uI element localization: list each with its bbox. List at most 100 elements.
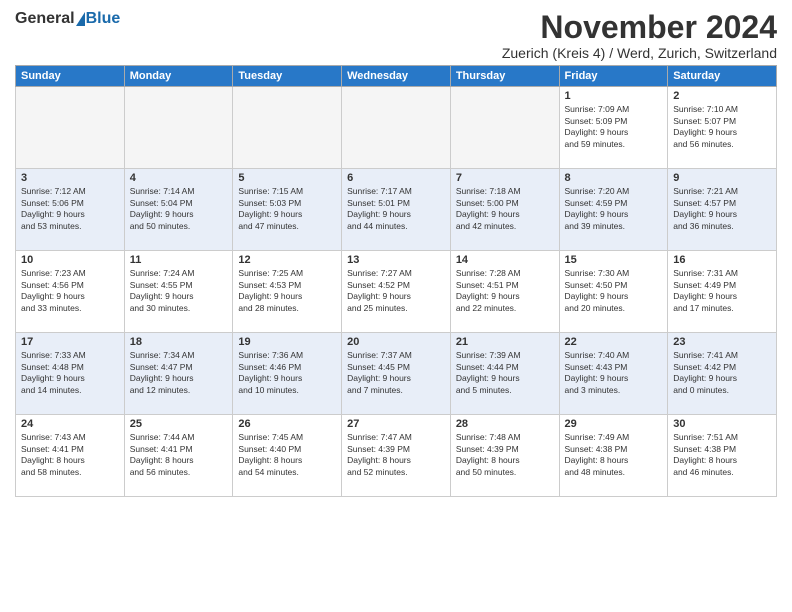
day-info: Sunrise: 7:24 AM Sunset: 4:55 PM Dayligh…	[130, 268, 228, 314]
table-cell	[233, 87, 342, 169]
day-number: 1	[565, 90, 663, 102]
day-info: Sunrise: 7:44 AM Sunset: 4:41 PM Dayligh…	[130, 432, 228, 478]
day-info: Sunrise: 7:28 AM Sunset: 4:51 PM Dayligh…	[456, 268, 554, 314]
day-number: 8	[565, 172, 663, 184]
day-info: Sunrise: 7:37 AM Sunset: 4:45 PM Dayligh…	[347, 350, 445, 396]
table-cell: 24Sunrise: 7:43 AM Sunset: 4:41 PM Dayli…	[16, 415, 125, 497]
table-cell: 9 Sunrise: 7:21 AM Sunset: 4:57 PM Daylig…	[668, 169, 777, 251]
table-cell: 13Sunrise: 7:27 AM Sunset: 4:52 PM Dayli…	[342, 251, 451, 333]
table-cell: 8 Sunrise: 7:20 AM Sunset: 4:59 PM Daylig…	[559, 169, 668, 251]
day-info: Sunrise: 7:12 AM Sunset: 5:06 PM Dayligh…	[21, 186, 119, 232]
header: General Blue November 2024 Zuerich (Krei…	[15, 10, 777, 61]
table-cell: 11 Sunrise: 7:24 AM Sunset: 4:55 PM Dayli…	[124, 251, 233, 333]
logo-text: General Blue	[15, 10, 120, 28]
day-info: Sunrise: 7:30 AM Sunset: 4:50 PM Dayligh…	[565, 268, 663, 314]
day-info: Sunrise: 7:47 AM Sunset: 4:39 PM Dayligh…	[347, 432, 445, 478]
day-number: 19	[238, 336, 336, 348]
table-cell: 21 Sunrise: 7:39 AM Sunset: 4:44 PM Dayli…	[450, 333, 559, 415]
table-cell: 5 Sunrise: 7:15 AM Sunset: 5:03 PM Daylig…	[233, 169, 342, 251]
day-info: Sunrise: 7:21 AM Sunset: 4:57 PM Dayligh…	[673, 186, 771, 232]
day-number: 2	[673, 90, 771, 102]
table-cell: 6 Sunrise: 7:17 AM Sunset: 5:01 PM Daylig…	[342, 169, 451, 251]
day-number: 21	[456, 336, 554, 348]
day-number: 15	[565, 254, 663, 266]
logo-general: General	[15, 10, 75, 28]
month-title: November 2024	[502, 10, 777, 45]
col-monday: Monday	[124, 66, 233, 87]
table-cell	[124, 87, 233, 169]
day-number: 14	[456, 254, 554, 266]
location: Zuerich (Kreis 4) / Werd, Zurich, Switze…	[502, 45, 777, 61]
table-cell: 23 Sunrise: 7:41 AM Sunset: 4:42 PM Dayli…	[668, 333, 777, 415]
table-cell: 19 Sunrise: 7:36 AM Sunset: 4:46 PM Dayli…	[233, 333, 342, 415]
day-info: Sunrise: 7:20 AM Sunset: 4:59 PM Dayligh…	[565, 186, 663, 232]
table-cell: 15 Sunrise: 7:30 AM Sunset: 4:50 PM Dayli…	[559, 251, 668, 333]
day-info: Sunrise: 7:36 AM Sunset: 4:46 PM Dayligh…	[238, 350, 336, 396]
table-cell: 12 Sunrise: 7:25 AM Sunset: 4:53 PM Dayli…	[233, 251, 342, 333]
title-section: November 2024 Zuerich (Kreis 4) / Werd, …	[502, 10, 777, 61]
day-info: Sunrise: 7:09 AM Sunset: 5:09 PM Dayligh…	[565, 104, 663, 150]
day-info: Sunrise: 7:39 AM Sunset: 4:44 PM Dayligh…	[456, 350, 554, 396]
day-number: 23	[673, 336, 771, 348]
day-info: Sunrise: 7:14 AM Sunset: 5:04 PM Dayligh…	[130, 186, 228, 232]
day-number: 17	[21, 336, 119, 348]
logo-blue: Blue	[86, 10, 121, 28]
day-number: 26	[238, 418, 336, 430]
table-cell: 20 Sunrise: 7:37 AM Sunset: 4:45 PM Dayli…	[342, 333, 451, 415]
day-info: Sunrise: 7:25 AM Sunset: 4:53 PM Dayligh…	[238, 268, 336, 314]
day-info: Sunrise: 7:31 AM Sunset: 4:49 PM Dayligh…	[673, 268, 771, 314]
day-number: 12	[238, 254, 336, 266]
col-saturday: Saturday	[668, 66, 777, 87]
table-cell: 18Sunrise: 7:34 AM Sunset: 4:47 PM Dayli…	[124, 333, 233, 415]
day-info: Sunrise: 7:27 AM Sunset: 4:52 PM Dayligh…	[347, 268, 445, 314]
day-info: Sunrise: 7:41 AM Sunset: 4:42 PM Dayligh…	[673, 350, 771, 396]
day-number: 22	[565, 336, 663, 348]
day-number: 9	[673, 172, 771, 184]
day-info: Sunrise: 7:45 AM Sunset: 4:40 PM Dayligh…	[238, 432, 336, 478]
table-cell: 27Sunrise: 7:47 AM Sunset: 4:39 PM Dayli…	[342, 415, 451, 497]
table-cell: 14 Sunrise: 7:28 AM Sunset: 4:51 PM Dayli…	[450, 251, 559, 333]
day-number: 29	[565, 418, 663, 430]
week-row-2: 3 Sunrise: 7:12 AM Sunset: 5:06 PM Daylig…	[16, 169, 777, 251]
day-number: 11	[130, 254, 228, 266]
day-number: 5	[238, 172, 336, 184]
table-cell: 1 Sunrise: 7:09 AM Sunset: 5:09 PM Daylig…	[559, 87, 668, 169]
week-row-1: 1 Sunrise: 7:09 AM Sunset: 5:09 PM Daylig…	[16, 87, 777, 169]
table-cell: 4Sunrise: 7:14 AM Sunset: 5:04 PM Daylig…	[124, 169, 233, 251]
day-number: 18	[130, 336, 228, 348]
logo: General Blue	[15, 10, 120, 28]
table-cell: 16 Sunrise: 7:31 AM Sunset: 4:49 PM Dayli…	[668, 251, 777, 333]
calendar: Sunday Monday Tuesday Wednesday Thursday…	[15, 65, 777, 497]
day-info: Sunrise: 7:23 AM Sunset: 4:56 PM Dayligh…	[21, 268, 119, 314]
day-info: Sunrise: 7:33 AM Sunset: 4:48 PM Dayligh…	[21, 350, 119, 396]
day-info: Sunrise: 7:15 AM Sunset: 5:03 PM Dayligh…	[238, 186, 336, 232]
table-cell: 3 Sunrise: 7:12 AM Sunset: 5:06 PM Daylig…	[16, 169, 125, 251]
col-sunday: Sunday	[16, 66, 125, 87]
day-number: 30	[673, 418, 771, 430]
calendar-header-row: Sunday Monday Tuesday Wednesday Thursday…	[16, 66, 777, 87]
col-wednesday: Wednesday	[342, 66, 451, 87]
day-info: Sunrise: 7:48 AM Sunset: 4:39 PM Dayligh…	[456, 432, 554, 478]
day-number: 20	[347, 336, 445, 348]
logo-blue-triangle	[76, 12, 85, 26]
table-cell: 30 Sunrise: 7:51 AM Sunset: 4:38 PM Dayli…	[668, 415, 777, 497]
day-info: Sunrise: 7:10 AM Sunset: 5:07 PM Dayligh…	[673, 104, 771, 150]
day-number: 7	[456, 172, 554, 184]
table-cell: 28 Sunrise: 7:48 AM Sunset: 4:39 PM Dayli…	[450, 415, 559, 497]
table-cell: 10Sunrise: 7:23 AM Sunset: 4:56 PM Dayli…	[16, 251, 125, 333]
day-info: Sunrise: 7:51 AM Sunset: 4:38 PM Dayligh…	[673, 432, 771, 478]
day-number: 25	[130, 418, 228, 430]
day-info: Sunrise: 7:40 AM Sunset: 4:43 PM Dayligh…	[565, 350, 663, 396]
day-number: 3	[21, 172, 119, 184]
table-cell	[16, 87, 125, 169]
col-thursday: Thursday	[450, 66, 559, 87]
day-number: 6	[347, 172, 445, 184]
day-info: Sunrise: 7:17 AM Sunset: 5:01 PM Dayligh…	[347, 186, 445, 232]
day-number: 28	[456, 418, 554, 430]
table-cell: 2 Sunrise: 7:10 AM Sunset: 5:07 PM Daylig…	[668, 87, 777, 169]
col-tuesday: Tuesday	[233, 66, 342, 87]
day-number: 16	[673, 254, 771, 266]
table-cell	[342, 87, 451, 169]
table-cell: 7 Sunrise: 7:18 AM Sunset: 5:00 PM Daylig…	[450, 169, 559, 251]
day-info: Sunrise: 7:18 AM Sunset: 5:00 PM Dayligh…	[456, 186, 554, 232]
